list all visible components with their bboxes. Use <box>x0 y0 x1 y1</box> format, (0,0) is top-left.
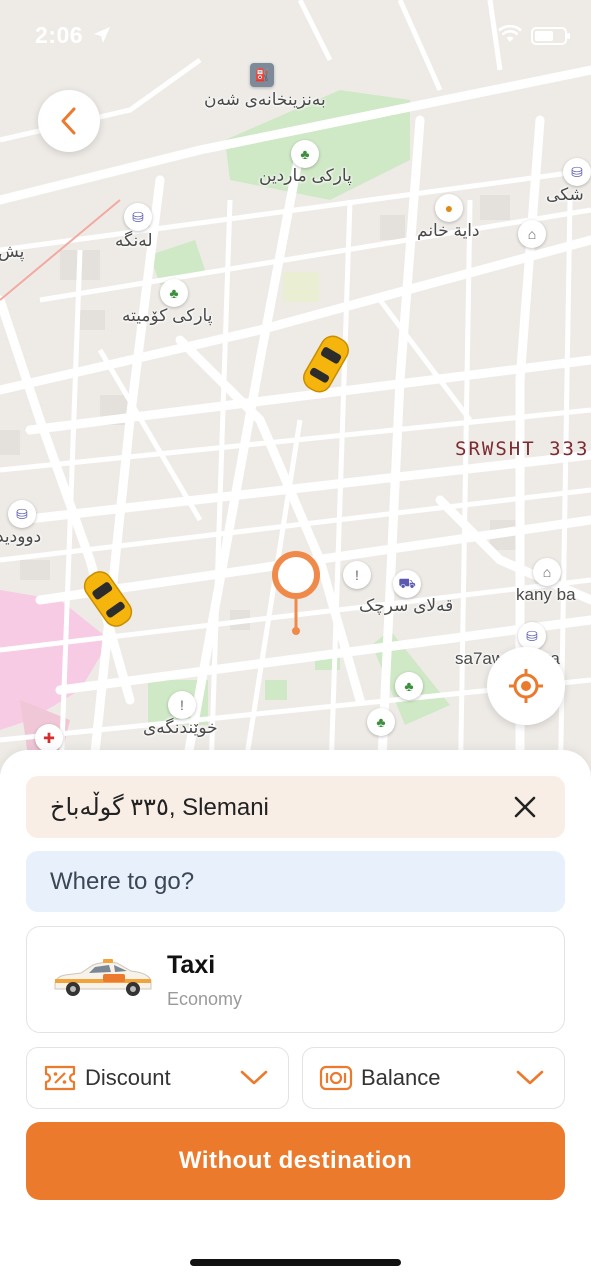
park-icon[interactable]: ♣ <box>160 279 188 307</box>
shop-icon[interactable]: ⛁ <box>8 500 36 528</box>
map-label-langa: لەنگە <box>115 231 153 250</box>
status-time: 2:06 <box>35 22 84 48</box>
map-label-park-komita: پارکی کۆمیتە <box>122 306 213 325</box>
my-location-button[interactable] <box>487 647 565 725</box>
cash-icon <box>319 1065 353 1091</box>
map-label-kany-ba: kany ba <box>516 585 576 604</box>
museum-icon[interactable]: ⌂ <box>518 220 546 248</box>
hospital-icon[interactable]: ✚ <box>35 724 63 752</box>
balance-label: Balance <box>361 1065 441 1090</box>
discount-selector[interactable]: Discount <box>26 1047 289 1109</box>
pickup-location-field[interactable]: ٣٣٥ گوڵەباخ, Slemani <box>26 776 565 838</box>
park-icon[interactable]: ♣ <box>395 672 423 700</box>
pickup-location-value: ٣٣٥ گوڵەباخ, Slemani <box>50 793 269 821</box>
park-icon[interactable]: ♣ <box>291 140 319 168</box>
service-name: Taxi <box>167 951 216 979</box>
destination-placeholder: Where to go? <box>50 867 195 895</box>
chevron-down-icon <box>516 1070 544 1085</box>
taxi-car-icon <box>54 959 152 996</box>
pickup-pin-icon[interactable] <box>272 551 320 637</box>
map-label-park-mardin: پارکی ماردین <box>259 166 352 185</box>
discount-label: Discount <box>85 1065 171 1090</box>
home-indicator[interactable] <box>190 1259 401 1266</box>
wifi-icon <box>498 25 522 42</box>
crosshair-icon <box>509 669 543 703</box>
location-arrow-icon <box>94 27 110 43</box>
status-bar: 2:06 <box>0 0 591 70</box>
chevron-down-icon <box>240 1070 268 1085</box>
map-label-left-mid: دوودید <box>0 527 42 546</box>
map-label-left-top: پش <box>0 242 25 261</box>
map-label-gas-station: بەنزینخانەی شەن <box>204 90 326 109</box>
close-icon[interactable] <box>513 795 537 819</box>
destination-field[interactable]: Where to go? <box>26 851 565 912</box>
map-view[interactable]: بەنزینخانەی شەن ⛽ ♣ پارکی ماردین ⛁ لەنگە… <box>0 0 591 800</box>
school-icon[interactable]: ! <box>168 691 196 719</box>
map-label-daya-xanm: دایة خانم <box>417 221 480 240</box>
shop-icon[interactable]: ⛁ <box>563 158 591 186</box>
balance-selector[interactable]: Balance <box>302 1047 565 1109</box>
school-icon[interactable]: ! <box>343 561 371 589</box>
back-button[interactable] <box>38 90 100 152</box>
museum-icon[interactable]: ⌂ <box>533 558 561 586</box>
park-icon[interactable]: ♣ <box>367 708 395 736</box>
cart-icon[interactable]: ⛟ <box>393 570 421 598</box>
without-destination-button[interactable]: Without destination <box>26 1122 565 1200</box>
map-label-shop-right: شکی <box>546 185 584 204</box>
coupon-icon <box>44 1065 76 1091</box>
shop-icon[interactable]: ⛁ <box>518 622 546 650</box>
map-label-xwendngay: خوێندنگەی <box>143 718 218 737</box>
service-tier: Economy <box>167 989 243 1009</box>
map-label-srwsht: SRWSHT 333 <box>455 438 590 460</box>
service-option-taxi[interactable]: Taxi Economy <box>26 926 565 1033</box>
chevron-left-icon <box>61 107 76 135</box>
battery-icon <box>531 27 570 45</box>
bakery-icon[interactable]: ● <box>435 194 463 222</box>
map-label-qalay-srchk: قەلای سرچک <box>359 596 454 615</box>
booking-sheet: ٣٣٥ گوڵەباخ, Slemani Where to go? Taxi E… <box>0 750 591 1280</box>
shopping-basket-icon[interactable]: ⛁ <box>124 203 152 231</box>
